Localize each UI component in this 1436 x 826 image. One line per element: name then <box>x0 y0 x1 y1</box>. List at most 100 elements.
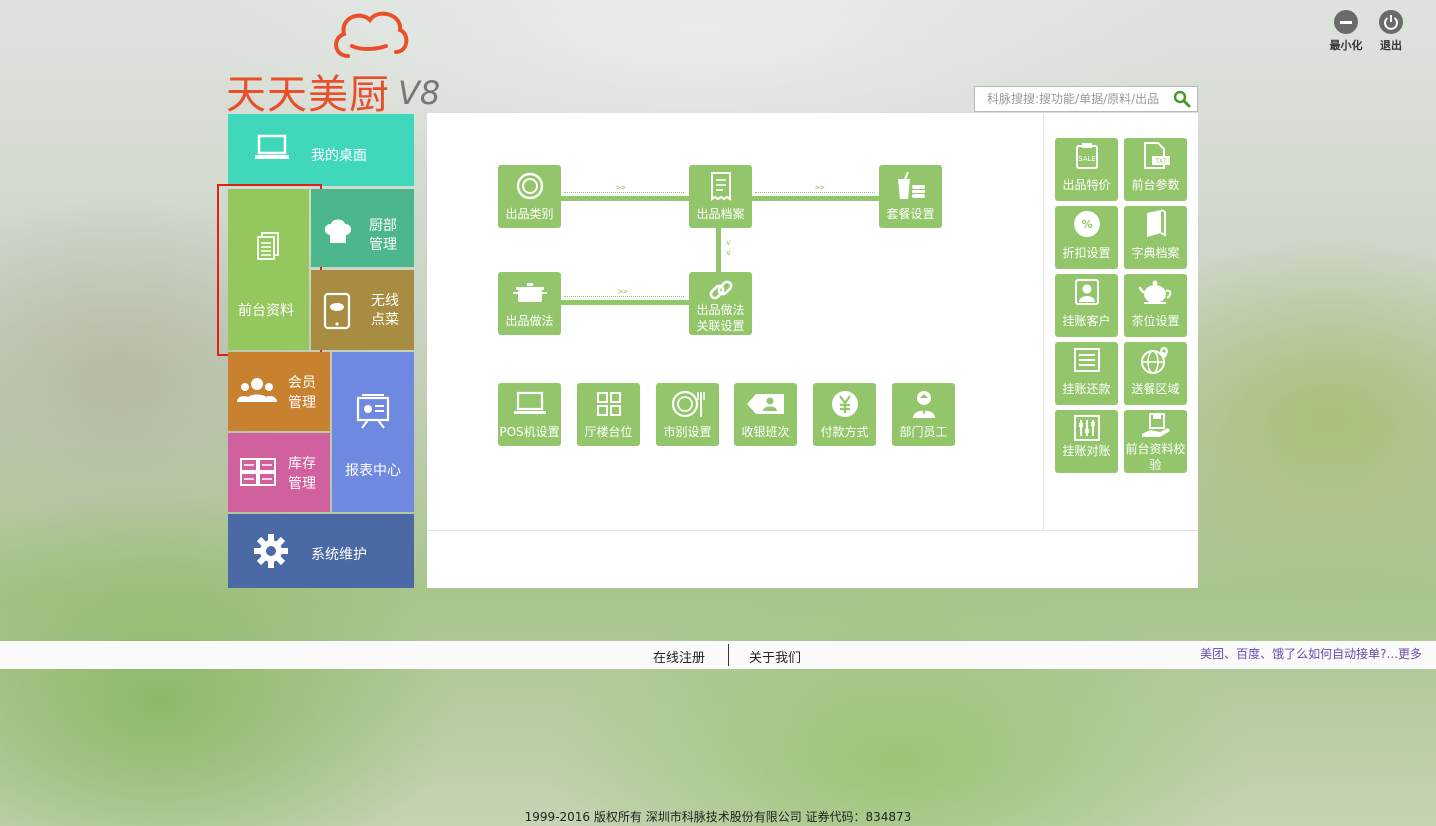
warehouse-icon <box>240 458 276 486</box>
logo-name: 天天美厨 <box>226 72 390 118</box>
tile-credit-customer-label: 挂账客户 <box>1062 314 1111 328</box>
tile-special-price-label: 出品特价 <box>1062 178 1111 192</box>
tile-staff[interactable]: 部门员工 <box>892 383 955 446</box>
laptop-icon <box>513 391 546 414</box>
tile-archive-label: 出品档案 <box>696 207 745 221</box>
tile-category-label: 出品类别 <box>505 207 554 221</box>
chef-hat-logo-icon <box>334 11 409 58</box>
tile-payment-label: 付款方式 <box>820 425 869 439</box>
tile-pos-label: POS机设置 <box>499 425 560 439</box>
copyright-text: 1999-2016 版权所有 深圳市科脉技术股份有限公司 证券代码：834873 <box>524 810 912 824</box>
plate-fork-icon <box>671 390 705 418</box>
tile-dictionary-label: 字典档案 <box>1131 246 1180 260</box>
tile-delivery-area[interactable]: 送餐区域 <box>1124 342 1187 405</box>
nav-report-label: 报表中心 <box>345 463 401 479</box>
flow-arrows: >> <box>618 287 628 296</box>
tile-shift-label: 收银班次 <box>741 425 790 439</box>
teapot-icon <box>1138 280 1171 304</box>
flow-arrows: >> <box>815 183 825 192</box>
tile-method-label: 出品做法 <box>505 314 554 328</box>
tile-credit-repay[interactable]: 挂账还款 <box>1055 342 1118 405</box>
tile-archive[interactable]: 出品档案 <box>689 165 752 228</box>
tile-combo[interactable]: 套餐设置 <box>879 165 942 228</box>
flow-arrows-vertical: v v <box>726 238 731 257</box>
receipt-icon <box>710 172 731 201</box>
nav-kitchen-label: 厨部管理 <box>369 218 397 253</box>
minimize-icon <box>1334 10 1358 34</box>
exit-button[interactable]: 退出 <box>1371 10 1411 53</box>
tile-method[interactable]: 出品做法 <box>498 272 561 335</box>
tile-staff-label: 部门员工 <box>899 425 948 439</box>
tile-shift[interactable]: 收银班次 <box>734 383 797 446</box>
tile-credit-reconcile[interactable]: 挂账对账 <box>1055 410 1118 473</box>
hand-document-icon <box>1141 413 1170 437</box>
nav-report-tile[interactable]: 报表中心 <box>332 352 414 512</box>
nav-kitchen-tile[interactable]: 厨部管理 <box>311 189 414 267</box>
tile-credit-reconcile-label: 挂账对账 <box>1062 444 1111 458</box>
nav-desktop-tile[interactable]: 我的桌面 <box>228 114 414 186</box>
tile-category[interactable]: 出品类别 <box>498 165 561 228</box>
tile-credit-customer[interactable]: 挂账客户 <box>1055 274 1118 337</box>
svg-text:%: % <box>1081 218 1092 231</box>
power-icon <box>1379 10 1403 34</box>
yen-coin-icon <box>831 391 858 417</box>
tile-delivery-area-label: 送餐区域 <box>1131 382 1180 396</box>
nav-system-label: 系统维护 <box>311 547 367 563</box>
tile-method-link[interactable]: 出品做法关联设置 <box>689 272 752 335</box>
cashier-tag-icon <box>746 394 784 414</box>
news-link[interactable]: 美团、百度、饿了么如何自动接单?...更多 <box>1200 645 1422 662</box>
tile-market-label: 市别设置 <box>663 425 712 439</box>
search-icon[interactable] <box>1173 90 1191 108</box>
tile-frontdesk-check[interactable]: 前台资料校验 <box>1124 410 1187 473</box>
nav-inventory-label: 库存管理 <box>288 456 316 492</box>
connector-archive-combo <box>751 196 881 201</box>
tile-discount-label: 折扣设置 <box>1062 246 1111 260</box>
pot-icon <box>512 283 547 302</box>
book-icon <box>1146 209 1166 237</box>
tile-method-link-label: 出品做法关联设置 <box>696 303 745 333</box>
tile-tea-setting[interactable]: 茶位设置 <box>1124 274 1187 337</box>
globe-pin-icon <box>1140 347 1168 374</box>
tile-hall[interactable]: 厅楼台位 <box>577 383 640 446</box>
nav-desktop-label: 我的桌面 <box>311 148 367 164</box>
laptop-icon <box>255 134 289 159</box>
nav-inventory-tile[interactable]: 库存管理 <box>228 433 330 512</box>
tile-frontdesk-params-label: 前台参数 <box>1131 178 1180 192</box>
tile-dictionary[interactable]: 字典档案 <box>1124 206 1187 269</box>
panel-divider-horizontal <box>427 530 1198 531</box>
users-icon <box>237 378 277 402</box>
nav-wireless-tile[interactable]: 无线点菜 <box>311 270 414 350</box>
tablet-icon <box>323 292 351 330</box>
exit-label: 退出 <box>1380 39 1402 52</box>
nav-system-tile[interactable]: 系统维护 <box>228 514 414 588</box>
register-link[interactable]: 在线注册 <box>653 647 705 666</box>
minimize-button[interactable]: 最小化 <box>1326 10 1366 53</box>
search-box[interactable] <box>974 86 1198 112</box>
logo-version: V8 <box>398 74 441 112</box>
minimize-label: 最小化 <box>1329 39 1363 52</box>
panel-divider-vertical <box>1043 113 1044 530</box>
percent-badge-icon: % <box>1073 211 1100 237</box>
tile-special-price[interactable]: SALE 出品特价 <box>1055 138 1118 201</box>
tile-combo-label: 套餐设置 <box>886 207 935 221</box>
combo-meal-icon <box>897 171 925 199</box>
tile-payment[interactable]: 付款方式 <box>813 383 876 446</box>
about-link[interactable]: 关于我们 <box>749 647 801 666</box>
customer-card-icon <box>1074 279 1099 305</box>
tile-frontdesk-check-label: 前台资料校验 <box>1125 442 1186 472</box>
nav-member-tile[interactable]: 会员管理 <box>228 352 330 431</box>
tile-tea-setting-label: 茶位设置 <box>1131 314 1180 328</box>
chef-hat-icon <box>324 219 352 243</box>
plate-icon <box>516 172 543 200</box>
tile-credit-repay-label: 挂账还款 <box>1062 382 1111 396</box>
search-input[interactable] <box>975 87 1165 111</box>
staff-icon <box>912 391 935 418</box>
tile-pos[interactable]: POS机设置 <box>498 383 561 446</box>
svg-text:SALE: SALE <box>1078 155 1096 163</box>
tile-market[interactable]: 市别设置 <box>656 383 719 446</box>
nav-member-label: 会员管理 <box>288 375 316 411</box>
tile-discount[interactable]: % 折扣设置 <box>1055 206 1118 269</box>
connector-archive-methodlink <box>716 227 721 273</box>
tile-frontdesk-params[interactable]: TXT 前台参数 <box>1124 138 1187 201</box>
txt-file-icon: TXT <box>1143 142 1170 169</box>
